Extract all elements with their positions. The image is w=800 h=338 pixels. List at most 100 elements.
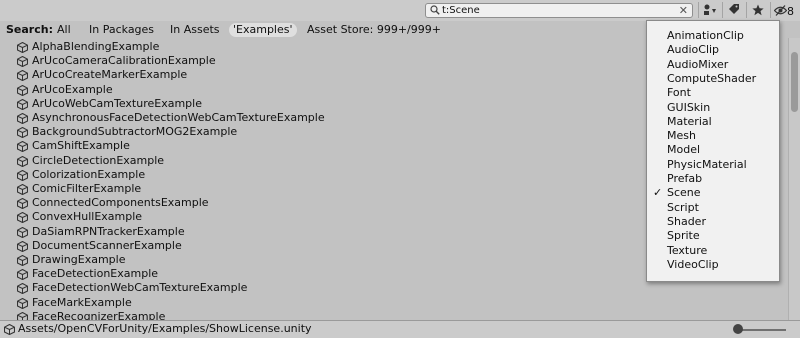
unity-scene-icon: [17, 311, 28, 320]
asset-name: ArUcoExample: [32, 82, 113, 96]
type-filter-option-font[interactable]: Font: [647, 86, 779, 100]
favorite-button[interactable]: [746, 2, 769, 18]
type-filter-option-script[interactable]: Script: [647, 201, 779, 215]
filter-by-label-button[interactable]: [722, 2, 745, 18]
asset-list-item[interactable]: CircleDetectionExample: [0, 154, 640, 168]
asset-list-item[interactable]: AsynchronousFaceDetectionWebCamTextureEx…: [0, 111, 640, 125]
asset-name: FaceDetectionWebCamTextureExample: [32, 281, 248, 295]
unity-scene-icon: [17, 255, 28, 266]
unity-scene-icon: [17, 198, 28, 210]
asset-name: FaceMarkExample: [32, 295, 132, 309]
scrollbar-thumb[interactable]: [791, 52, 798, 112]
unity-scene-icon: [17, 113, 28, 124]
asset-list-item[interactable]: FaceDetectionExample: [0, 267, 640, 281]
asset-list-item[interactable]: ArUcoExample: [0, 83, 640, 97]
asset-name: CircleDetectionExample: [32, 153, 165, 167]
type-filter-option-label: Material: [667, 114, 712, 128]
vertical-scrollbar[interactable]: [788, 38, 800, 320]
type-filter-option-label: ComputeShader: [667, 71, 757, 85]
unity-scene-icon: [17, 184, 28, 195]
asset-list-item[interactable]: ConnectedComponentsExample: [0, 196, 640, 210]
unity-scene-icon: [17, 297, 28, 309]
asset-list-item[interactable]: FaceMarkExample: [0, 296, 640, 310]
selected-asset-path: Assets/OpenCVForUnity/Examples/ShowLicen…: [18, 322, 312, 335]
asset-list-item[interactable]: ArUcoWebCamTextureExample: [0, 97, 640, 111]
unity-scene-icon: [17, 226, 28, 238]
asset-list-item[interactable]: FaceRecognizerExample: [0, 310, 640, 320]
unity-scene-icon: [17, 42, 28, 53]
search-scope-label: Search:: [6, 23, 53, 36]
type-filter-option-mesh[interactable]: Mesh: [647, 129, 779, 143]
hidden-packages-count: 8: [787, 5, 794, 18]
search-input[interactable]: t:Scene ✕: [425, 3, 693, 18]
icon-size-slider-handle[interactable]: [733, 324, 743, 334]
type-filter-option-label: AudioMixer: [667, 57, 729, 71]
asset-list-item[interactable]: CamShiftExample: [0, 139, 640, 153]
type-filter-dropdown: AnimationClip AudioClip AudioMixer ComputeS…: [646, 20, 780, 282]
type-filter-option-label: AnimationClip: [667, 29, 744, 42]
scope-examples-folder[interactable]: 'Examples': [229, 23, 297, 37]
type-filter-option-label: Script: [667, 200, 699, 214]
unity-scene-icon: [17, 98, 28, 110]
asset-list-item[interactable]: ConvexHullExample: [0, 210, 640, 224]
type-filter-option-label: Shader: [667, 214, 706, 228]
type-filter-option-material[interactable]: Material: [647, 115, 779, 129]
unity-scene-icon: [17, 56, 28, 68]
unity-scene-icon: [17, 127, 28, 139]
type-filter-option-label: AudioClip: [667, 43, 720, 57]
type-filter-option-label: Texture: [667, 243, 708, 257]
search-icon: [430, 5, 440, 15]
asset-name: ArUcoCameraCalibrationExample: [32, 54, 216, 68]
asset-list-item[interactable]: ColorizationExample: [0, 168, 640, 182]
type-filter-option-audiomixer[interactable]: AudioMixer: [647, 58, 779, 72]
unity-scene-icon: [4, 324, 15, 335]
type-filter-option-guiskin[interactable]: GUISkin: [647, 101, 779, 115]
scope-asset-store[interactable]: Asset Store: 999+/999+: [307, 23, 441, 37]
icon-size-slider[interactable]: [738, 329, 786, 331]
type-filter-option-sprite[interactable]: Sprite: [647, 229, 779, 243]
asset-list-item[interactable]: BackgroundSubtractorMOG2Example: [0, 125, 640, 139]
unity-scene-icon: [17, 70, 28, 82]
unity-scene-icon: [17, 240, 28, 252]
type-filter-option-shader[interactable]: Shader: [647, 215, 779, 229]
type-filter-option-texture[interactable]: Texture: [647, 244, 779, 258]
star-icon: [752, 4, 764, 16]
asset-name: AsynchronousFaceDetectionWebCamTextureEx…: [32, 111, 325, 124]
scope-in-assets[interactable]: In Assets: [170, 23, 220, 37]
type-filter-option-audioclip[interactable]: AudioClip: [647, 43, 779, 57]
type-filter-option-model[interactable]: Model: [647, 143, 779, 157]
hidden-packages-toggle[interactable]: 8: [770, 2, 798, 18]
type-filter-option-animationclip[interactable]: AnimationClip: [647, 29, 779, 43]
asset-list-item[interactable]: DrawingExample: [0, 253, 640, 267]
clear-search-icon[interactable]: ✕: [679, 4, 688, 17]
scope-in-packages[interactable]: In Packages: [89, 23, 154, 37]
type-filter-option-label: Scene: [667, 186, 701, 200]
type-filter-option-computeshader[interactable]: ComputeShader: [647, 72, 779, 86]
asset-list-item[interactable]: ComicFilterExample: [0, 182, 640, 196]
asset-list-item[interactable]: ArUcoCameraCalibrationExample: [0, 54, 640, 68]
unity-scene-icon: [17, 141, 28, 153]
unity-scene-icon: [17, 283, 28, 295]
unity-scene-icon: [17, 212, 28, 224]
asset-list-item[interactable]: DaSiamRPNTrackerExample: [0, 225, 640, 239]
type-filter-option-prefab[interactable]: Prefab: [647, 172, 779, 186]
type-filter-option-videoclip[interactable]: VideoClip: [647, 258, 779, 272]
checkmark-icon: ✓: [653, 186, 663, 200]
asset-name: DocumentScannerExample: [32, 238, 182, 252]
type-filter-option-label: VideoClip: [667, 257, 719, 271]
asset-list-item[interactable]: DocumentScannerExample: [0, 239, 640, 253]
type-filter-option-physicmaterial[interactable]: PhysicMaterial: [647, 158, 779, 172]
type-filter-option-label: Font: [667, 86, 691, 100]
type-filter-option-scene[interactable]: ✓ Scene: [647, 186, 779, 200]
asset-name: ArUcoCreateMarkerExample: [32, 68, 188, 82]
asset-name: BackgroundSubtractorMOG2Example: [32, 125, 238, 139]
asset-list-item[interactable]: ArUcoCreateMarkerExample: [0, 68, 640, 82]
scope-all[interactable]: All: [57, 23, 71, 37]
type-filter-option-label: GUISkin: [667, 100, 711, 114]
unity-scene-icon: [17, 269, 28, 281]
asset-name: ConvexHullExample: [32, 210, 143, 224]
asset-list-item[interactable]: AlphaBlendingExample: [0, 40, 640, 54]
asset-list-item[interactable]: FaceDetectionWebCamTextureExample: [0, 281, 640, 295]
filter-by-type-button[interactable]: [698, 2, 721, 18]
type-filter-option-label: Mesh: [667, 129, 696, 143]
